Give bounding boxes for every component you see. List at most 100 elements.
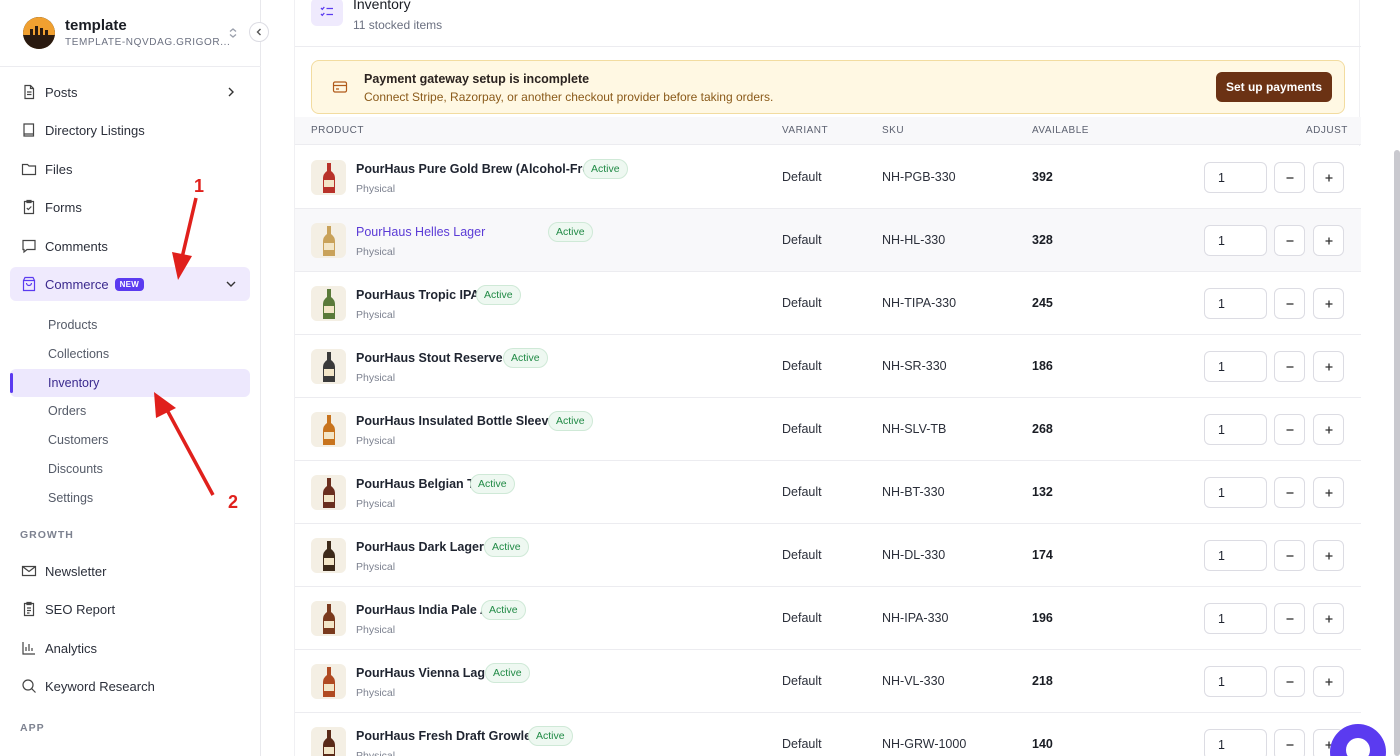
product-type: Physical [356,687,396,699]
available-cell: 186 [1032,359,1053,373]
product-type: Physical [356,372,396,384]
product-name[interactable]: PourHaus India Pale Ale [356,603,499,617]
sku-cell: NH-SR-330 [882,359,947,373]
table-row[interactable]: PourHaus Vienna Lager Active Physical Defau… [295,650,1361,713]
sidebar-item-keyword-research[interactable]: Keyword Research [10,669,250,703]
sidebar-item-files[interactable]: Files [10,152,250,186]
sidebar-item-seo-report[interactable]: SEO Report [10,592,250,626]
table-row[interactable]: PourHaus Pure Gold Brew (Alcohol-Free) Ac… [295,146,1361,209]
decrease-button[interactable] [1274,351,1305,382]
subnav-inventory[interactable]: Inventory [10,369,250,397]
status-badge: Active [548,411,593,431]
column-header-product[interactable]: PRODUCT [311,125,364,136]
chevron-right-icon [228,87,234,97]
increase-button[interactable] [1313,162,1344,193]
sidebar-item-directory-listings[interactable]: Directory Listings [10,113,250,147]
minus-icon [1286,491,1293,494]
quantity-input[interactable]: 1 [1204,666,1267,697]
product-name[interactable]: PourHaus Tropic IPA [356,288,479,302]
increase-button[interactable] [1313,225,1344,256]
product-name[interactable]: PourHaus Vienna Lager [356,666,497,680]
subnav-collections[interactable]: Collections [10,340,250,368]
quantity-input[interactable]: 1 [1204,477,1267,508]
sku-cell: NH-TIPA-330 [882,296,957,310]
product-thumbnail [311,475,346,510]
quantity-input[interactable]: 1 [1204,729,1267,756]
decrease-button[interactable] [1274,603,1305,634]
table-row[interactable]: PourHaus Dark Lager Active Physical Default… [295,524,1361,587]
product-name[interactable]: PourHaus Dark Lager [356,540,484,554]
subnav-settings[interactable]: Settings [10,484,250,512]
sidebar-item-commerce[interactable]: Commerce NEW [10,267,250,301]
set-up-payments-button[interactable]: Set up payments [1215,72,1332,102]
increase-button[interactable] [1313,666,1344,697]
section-label-app: APP [20,722,45,734]
column-header-variant[interactable]: VARIANT [782,125,828,136]
table-row[interactable]: PourHaus India Pale Ale Active Physical Def… [295,587,1361,650]
quantity-input[interactable]: 1 [1204,225,1267,256]
quantity-input[interactable]: 1 [1204,351,1267,382]
table-row[interactable]: PourHaus Tropic IPA Active Physical Default… [295,272,1361,335]
increase-button[interactable] [1313,603,1344,634]
table-row[interactable]: PourHaus Insulated Bottle Sleeve Active Ph… [295,398,1361,461]
variant-cell: Default [782,422,822,436]
decrease-button[interactable] [1274,225,1305,256]
table-row[interactable]: PourHaus Helles Lager Active Physical Defau… [295,209,1361,272]
quantity-input[interactable]: 1 [1204,162,1267,193]
sidebar-item-newsletter[interactable]: Newsletter [10,554,250,588]
decrease-button[interactable] [1274,666,1305,697]
sidebar-item-label: SEO Report [45,601,116,617]
sku-cell: NH-HL-330 [882,233,946,247]
subnav-discounts[interactable]: Discounts [10,455,250,483]
column-header-sku[interactable]: SKU [882,125,904,136]
decrease-button[interactable] [1274,414,1305,445]
subnav-products[interactable]: Products [10,311,250,339]
product-name[interactable]: PourHaus Insulated Bottle Sleeve [356,414,555,428]
product-type: Physical [356,246,396,258]
plus-icon [1325,426,1332,433]
sidebar-item-comments[interactable]: Comments [10,229,250,263]
product-name[interactable]: PourHaus Helles Lager [356,225,485,239]
chevron-left-icon [256,28,261,36]
scrollbar[interactable] [1394,150,1400,756]
workspace-switcher[interactable]: template TEMPLATE-NQVDAG.GRIGOR... [0,0,261,67]
minus-icon [1286,743,1293,746]
increase-button[interactable] [1313,351,1344,382]
increase-button[interactable] [1313,540,1344,571]
subnav-customers[interactable]: Customers [10,426,250,454]
bar-chart-icon [22,642,35,655]
product-name[interactable]: PourHaus Fresh Draft Growler [356,729,536,743]
decrease-button[interactable] [1274,729,1305,756]
decrease-button[interactable] [1274,477,1305,508]
increase-button[interactable] [1313,288,1344,319]
sidebar-item-posts[interactable]: Posts [10,75,250,109]
increase-button[interactable] [1313,477,1344,508]
subnav-orders[interactable]: Orders [10,397,250,425]
decrease-button[interactable] [1274,288,1305,319]
decrease-button[interactable] [1274,162,1305,193]
product-thumbnail [311,412,346,447]
decrease-button[interactable] [1274,540,1305,571]
increase-button[interactable] [1313,414,1344,445]
product-name[interactable]: PourHaus Pure Gold Brew (Alcohol-Free) [356,162,600,176]
minus-icon [1286,554,1293,557]
quantity-input[interactable]: 1 [1204,603,1267,634]
column-header-available[interactable]: AVAILABLE [1032,125,1089,136]
table-row[interactable]: PourHaus Fresh Draft Growler Active Physic… [295,713,1361,756]
sku-cell: NH-IPA-330 [882,611,949,625]
quantity-input[interactable]: 1 [1204,414,1267,445]
sidebar-item-forms[interactable]: Forms [10,190,250,224]
alert-text: Connect Stripe, Razorpay, or another che… [364,90,774,104]
available-cell: 328 [1032,233,1053,247]
new-badge: NEW [114,277,145,291]
product-thumbnail [311,223,346,258]
quantity-input[interactable]: 1 [1204,288,1267,319]
workspace-name: template [65,17,127,34]
collapse-sidebar-button[interactable] [249,22,269,42]
sidebar-item-analytics[interactable]: Analytics [10,631,250,665]
quantity-input[interactable]: 1 [1204,540,1267,571]
table-row[interactable]: PourHaus Stout Reserve Active Physical Defa… [295,335,1361,398]
table-row[interactable]: PourHaus Belgian Tripel Active Physical Def… [295,461,1361,524]
status-badge: Active [484,537,529,557]
product-name[interactable]: PourHaus Stout Reserve [356,351,503,365]
